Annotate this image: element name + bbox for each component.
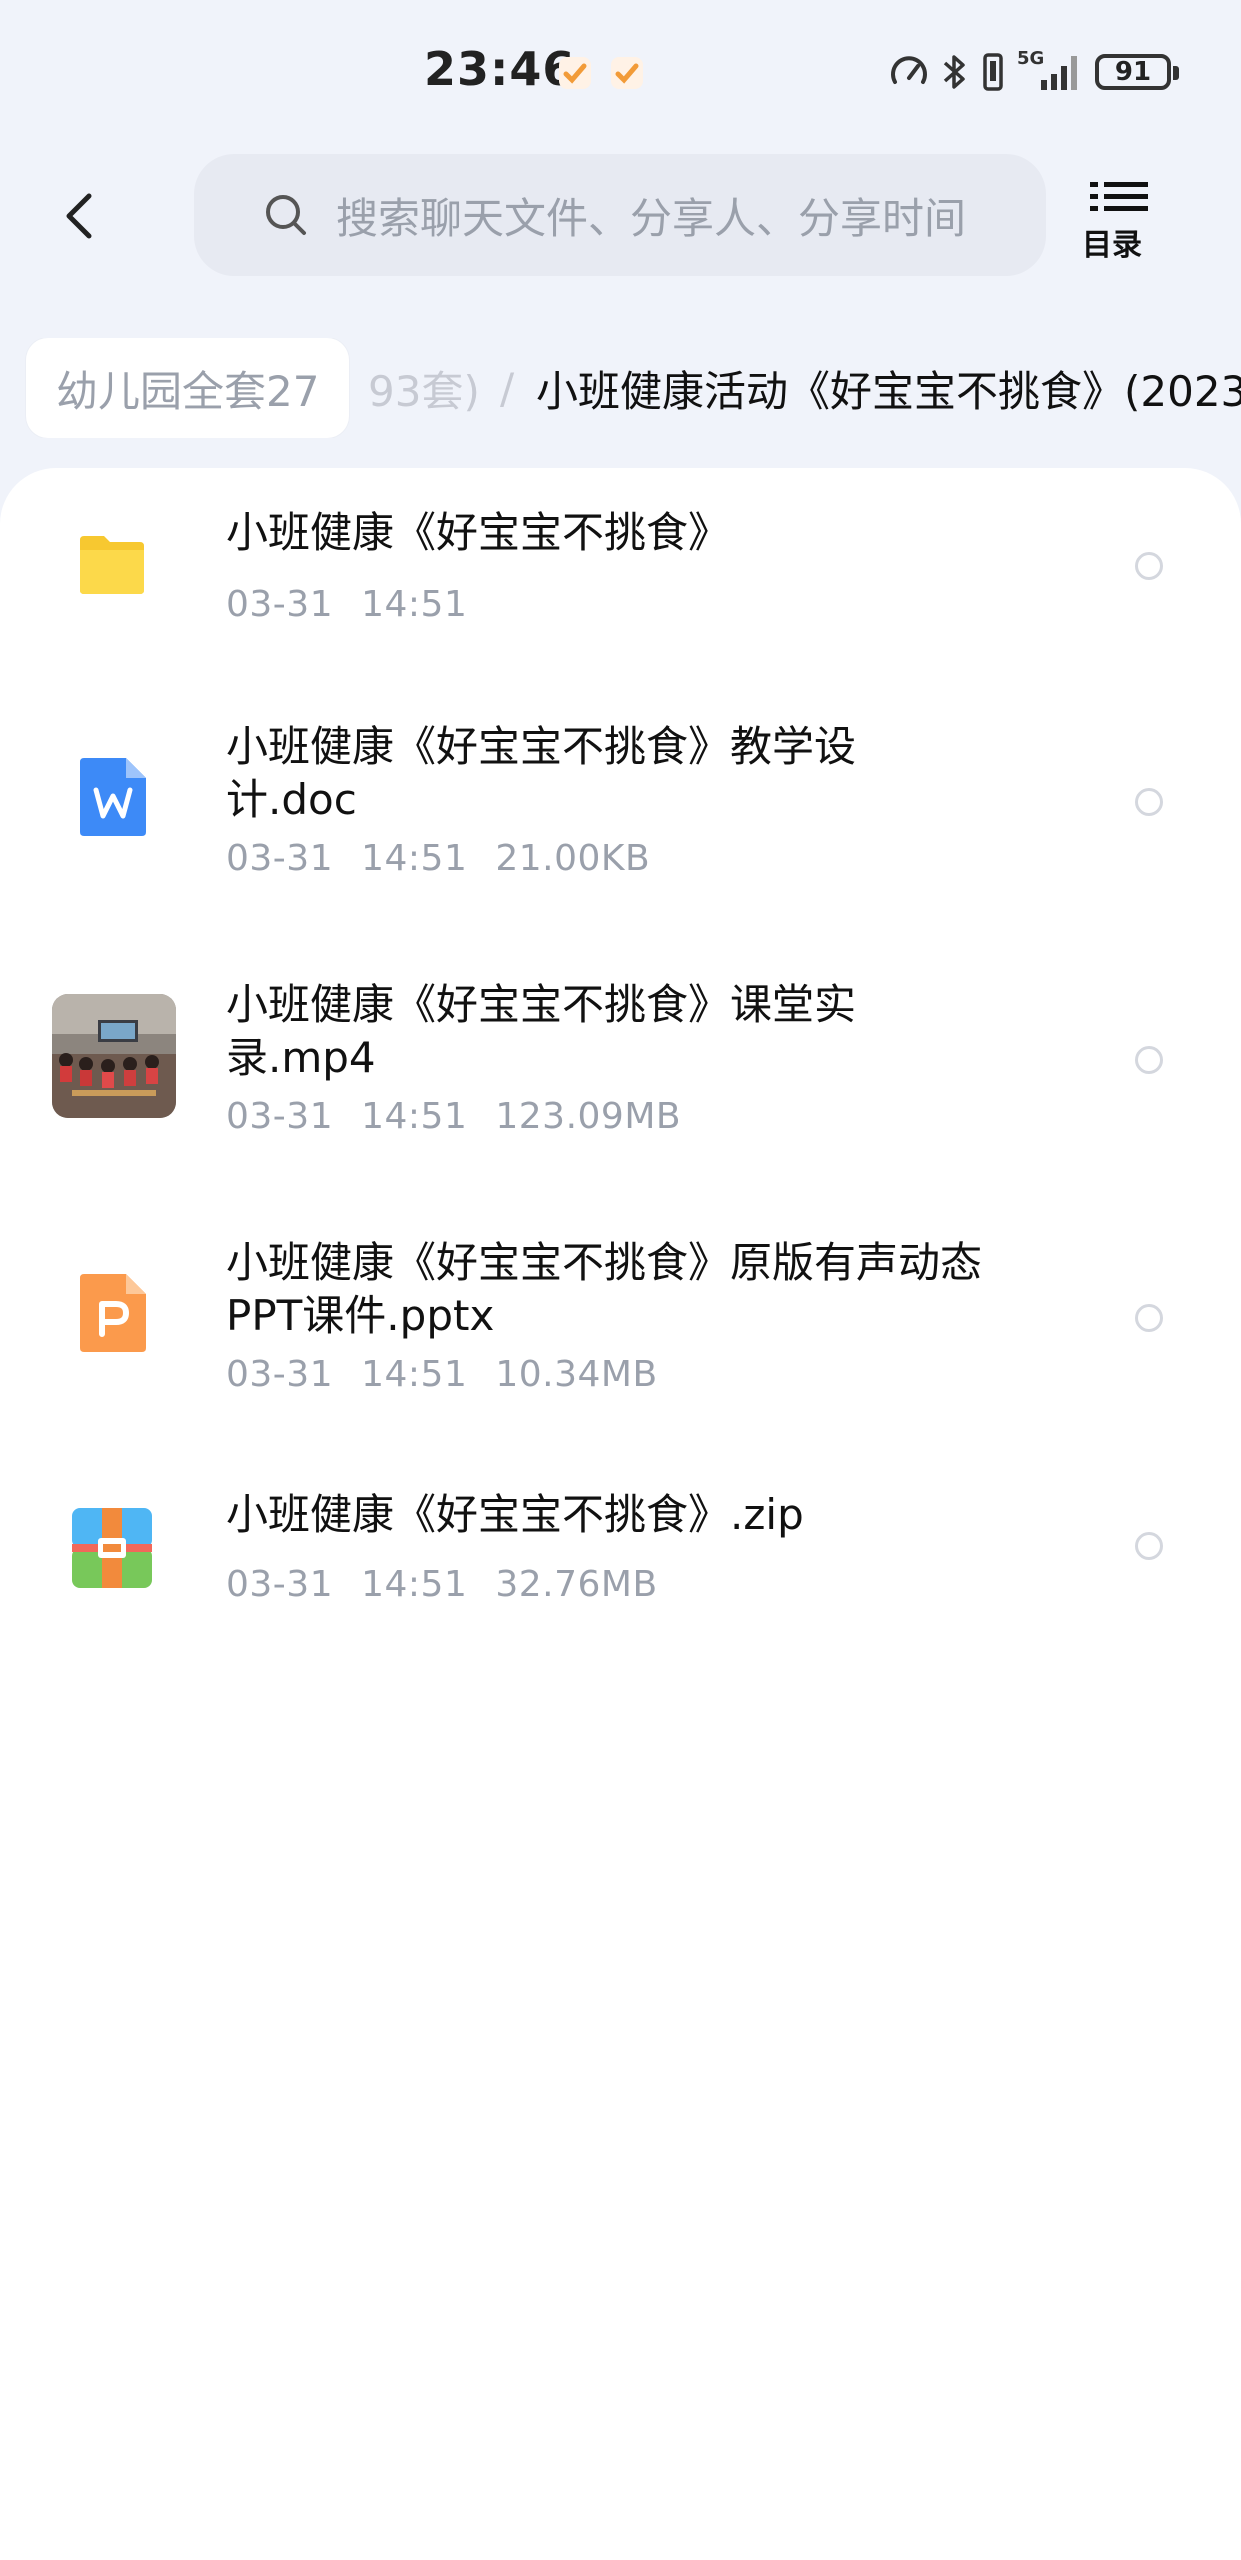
list-item[interactable]: 小班健康《好宝宝不挑食》 03-31 14:51 [0, 468, 1241, 678]
toc-button[interactable]: 目录 [1082, 180, 1154, 263]
file-name: 小班健康《好宝宝不挑食》.zip [226, 1490, 804, 1539]
list-icon [1090, 182, 1148, 211]
video-thumbnail [52, 994, 176, 1118]
file-name: 小班健康《好宝宝不挑食》原版有声动态PPT课件.pptx [226, 1238, 983, 1340]
cell-signal-icon: 5G [1017, 48, 1083, 94]
file-meta: 03-31 14:51 32.76MB [226, 1564, 686, 1605]
file-time: 14:51 [361, 1354, 468, 1395]
breadcrumb-root[interactable]: 幼儿园全套27 [26, 338, 350, 438]
bluetooth-icon [943, 55, 965, 89]
file-meta: 03-31 14:51 [226, 584, 495, 625]
search-placeholder: 搜索聊天文件、分享人、分享时间 [336, 193, 967, 243]
list-item[interactable]: 小班健康《好宝宝不挑食》.zip 03-31 14:51 32.76MB [0, 1464, 1241, 1664]
select-radio[interactable] [1135, 1046, 1163, 1074]
status-bar: 23:46 5G 91 [0, 0, 1241, 145]
file-date: 03-31 [226, 1096, 334, 1137]
breadcrumb-separator: / [500, 363, 515, 413]
zip-icon [72, 1508, 152, 1588]
toc-label: 目录 [1082, 228, 1142, 263]
folder-icon [80, 536, 144, 594]
vibrate-icon [983, 53, 1003, 91]
breadcrumb-current: 小班健康活动《好宝宝不挑食》(2023 [536, 366, 1241, 416]
battery-indicator: 91 [1095, 54, 1179, 90]
file-date: 03-31 [226, 1564, 334, 1605]
file-meta: 03-31 14:51 123.09MB [226, 1096, 709, 1137]
file-size: 123.09MB [495, 1096, 682, 1137]
word-doc-icon [80, 758, 146, 836]
header-bar: 搜索聊天文件、分享人、分享时间 目录 [0, 150, 1241, 280]
list-item[interactable]: 小班健康《好宝宝不挑食》教学设计.doc 03-31 14:51 21.00KB [0, 690, 1241, 930]
select-radio[interactable] [1135, 552, 1163, 580]
file-date: 03-31 [226, 1354, 334, 1395]
file-size: 32.76MB [495, 1564, 658, 1605]
breadcrumb-item[interactable]: 93套) [368, 338, 480, 438]
file-time: 14:51 [361, 838, 468, 879]
select-radio[interactable] [1135, 788, 1163, 816]
file-meta: 03-31 14:51 10.34MB [226, 1354, 686, 1395]
status-time: 23:46 [424, 42, 576, 96]
search-icon [266, 195, 306, 235]
notification-app-icon [559, 57, 591, 89]
file-date: 03-31 [226, 584, 334, 625]
select-radio[interactable] [1135, 1304, 1163, 1332]
breadcrumb: 93套) / 小班健康活动《好宝宝不挑食》(2023 幼儿园全套27 [0, 338, 1241, 438]
notification-app-icon [611, 57, 643, 89]
file-time: 14:51 [361, 1096, 468, 1137]
file-name: 小班健康《好宝宝不挑食》教学设计.doc [226, 722, 857, 824]
file-time: 14:51 [361, 584, 468, 625]
list-item[interactable]: 小班健康《好宝宝不挑食》课堂实录.mp4 03-31 14:51 123.09MB [0, 948, 1241, 1188]
file-name: 小班健康《好宝宝不挑食》课堂实录.mp4 [226, 980, 857, 1082]
file-date: 03-31 [226, 838, 334, 879]
ppt-icon [80, 1274, 146, 1352]
search-input[interactable]: 搜索聊天文件、分享人、分享时间 [194, 154, 1046, 276]
file-name: 小班健康《好宝宝不挑食》 [226, 508, 731, 557]
back-arrow-icon[interactable] [55, 190, 107, 242]
select-radio[interactable] [1135, 1532, 1163, 1560]
speed-icon [891, 56, 927, 84]
file-list: 小班健康《好宝宝不挑食》 03-31 14:51 小班健康《好宝宝不挑食》教学设计… [0, 468, 1241, 2560]
list-item[interactable]: 小班健康《好宝宝不挑食》原版有声动态PPT课件.pptx 03-31 14:51 1… [0, 1206, 1241, 1446]
file-size: 10.34MB [495, 1354, 658, 1395]
file-meta: 03-31 14:51 21.00KB [226, 838, 678, 879]
battery-level: 91 [1114, 57, 1152, 87]
file-time: 14:51 [361, 1564, 468, 1605]
file-size: 21.00KB [495, 838, 651, 879]
